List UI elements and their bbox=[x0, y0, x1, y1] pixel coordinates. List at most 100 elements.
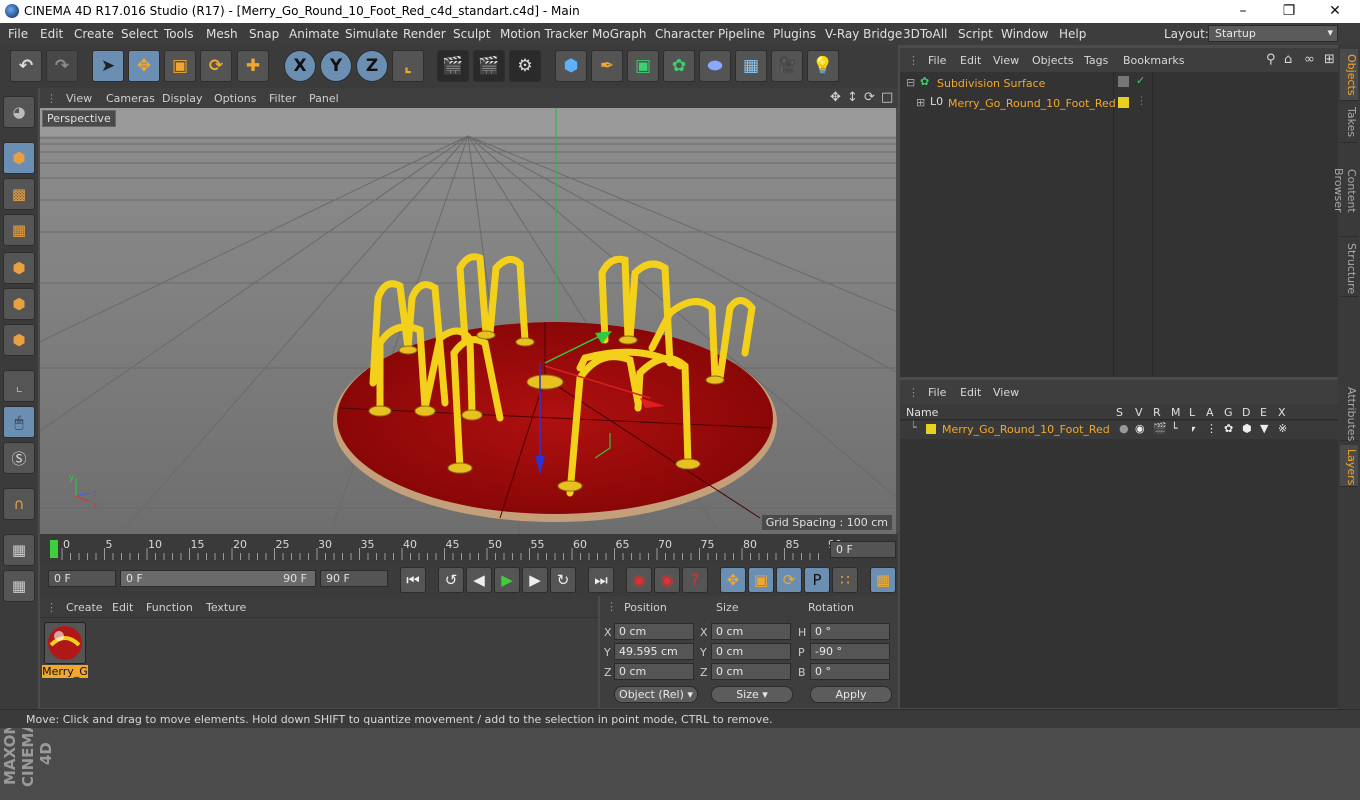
viewport-maximize-icon[interactable]: □ bbox=[881, 90, 893, 105]
move-icon[interactable]: ✥ bbox=[128, 50, 160, 82]
obj-menu-view[interactable]: View bbox=[993, 54, 1019, 67]
texture-mode-icon[interactable]: ▩ bbox=[3, 178, 35, 210]
layer-col-solo[interactable]: S bbox=[1116, 406, 1123, 419]
workplane-icon[interactable]: ▦ bbox=[3, 214, 35, 246]
pen-icon[interactable]: ✒ bbox=[591, 50, 623, 82]
menu-motion-tracker[interactable]: Motion Tracker bbox=[500, 27, 588, 41]
timeline-window-icon[interactable]: ▦ bbox=[870, 567, 896, 593]
pos-y-field[interactable]: 49.595 cm bbox=[614, 643, 694, 660]
make-editable-icon[interactable]: ◕ bbox=[3, 96, 35, 128]
world-coords-icon[interactable]: ⌞ bbox=[392, 50, 424, 82]
key-parameter-icon[interactable]: P bbox=[804, 567, 830, 593]
key-position-icon[interactable]: ✥ bbox=[720, 567, 746, 593]
scale-icon[interactable]: ▣ bbox=[164, 50, 196, 82]
viewport-rotate-icon[interactable]: ⟳ bbox=[864, 90, 875, 105]
points-mode-icon[interactable]: ⬢ bbox=[3, 252, 35, 284]
apply-button[interactable]: Apply bbox=[810, 686, 892, 703]
layer-menu-view[interactable]: View bbox=[993, 386, 1019, 399]
tab-content-browser[interactable]: Content Browser bbox=[1332, 145, 1358, 237]
xref-icon[interactable]: ※ bbox=[1278, 422, 1287, 435]
material-menu-texture[interactable]: Texture bbox=[206, 601, 246, 614]
timeline-playhead[interactable] bbox=[50, 540, 58, 558]
size-z-field[interactable]: 0 cm bbox=[711, 663, 791, 680]
undo-icon[interactable]: ↶ bbox=[10, 50, 42, 82]
menu-snap[interactable]: Snap bbox=[249, 27, 279, 41]
lock-icon[interactable]: ⎖ bbox=[1189, 422, 1198, 436]
home-icon[interactable]: ⌂ bbox=[1284, 52, 1292, 67]
deformer-icon[interactable]: ⬬ bbox=[699, 50, 731, 82]
size-x-field[interactable]: 0 cm bbox=[711, 623, 791, 640]
material-thumbnail[interactable] bbox=[44, 622, 86, 664]
menu-tools[interactable]: Tools bbox=[164, 27, 194, 41]
layer-row[interactable]: ┕ Merry_Go_Round_10_Foot_Red ● ◉ 🎬 └ ⎖ ⋮… bbox=[900, 421, 1338, 439]
menu-render[interactable]: Render bbox=[403, 27, 446, 41]
z-axis-icon[interactable]: Z bbox=[356, 50, 388, 82]
go-to-end-icon[interactable]: ⏭ bbox=[588, 567, 614, 593]
close-button[interactable]: ✕ bbox=[1312, 0, 1358, 23]
solo-icon[interactable]: Ⓢ bbox=[3, 442, 35, 474]
autokey-icon[interactable]: ◉ bbox=[654, 567, 680, 593]
tab-layers[interactable]: Layers bbox=[1340, 445, 1358, 487]
layer-col-deformers[interactable]: D bbox=[1242, 406, 1250, 419]
move-alt-icon[interactable]: ✚ bbox=[237, 50, 269, 82]
animation-icon[interactable]: ⋮ bbox=[1206, 422, 1217, 435]
frame-range-slider[interactable]: 0 F 90 F bbox=[120, 570, 316, 587]
material-menu-create[interactable]: Create bbox=[66, 601, 103, 614]
object-row-subdivision[interactable]: ⊟ ✿ Subdivision Surface ✓ bbox=[904, 74, 1334, 92]
pos-x-field[interactable]: 0 cm bbox=[614, 623, 694, 640]
manager-icon[interactable]: └ bbox=[1171, 422, 1178, 435]
object-name-subdivision[interactable]: Subdivision Surface bbox=[937, 77, 1045, 90]
menu-simulate[interactable]: Simulate bbox=[345, 27, 398, 41]
generator-icon[interactable]: ✿ bbox=[1224, 422, 1233, 435]
layer-color-swatch[interactable] bbox=[926, 424, 936, 434]
material-name-label[interactable]: Merry_G bbox=[42, 665, 88, 678]
layout-dropdown[interactable]: Startup ▾ bbox=[1208, 25, 1338, 42]
key-pla-icon[interactable]: ∷ bbox=[832, 567, 858, 593]
menu-edit[interactable]: Edit bbox=[40, 27, 63, 41]
rotate-icon[interactable]: ⟳ bbox=[200, 50, 232, 82]
layer-col-render[interactable]: R bbox=[1153, 406, 1161, 419]
layer-col-xref[interactable]: X bbox=[1278, 406, 1286, 419]
menu-pipeline[interactable]: Pipeline bbox=[718, 27, 765, 41]
y-axis-icon[interactable]: Y bbox=[320, 50, 352, 82]
edges-mode-icon[interactable]: ⬢ bbox=[3, 288, 35, 320]
size-mode-dropdown[interactable]: Size ▾ bbox=[711, 686, 793, 703]
end-frame-field[interactable]: 90 F bbox=[320, 570, 388, 587]
menu-animate[interactable]: Animate bbox=[289, 27, 339, 41]
expression-icon[interactable]: ▼ bbox=[1260, 422, 1268, 435]
key-scale-icon[interactable]: ▣ bbox=[748, 567, 774, 593]
render-view-icon[interactable]: 🎬 bbox=[437, 50, 469, 82]
eye-icon[interactable]: ◉ bbox=[1135, 422, 1145, 435]
rot-p-field[interactable]: -90 ° bbox=[810, 643, 890, 660]
obj-menu-edit[interactable]: Edit bbox=[960, 54, 981, 67]
object-name-merry-go-round[interactable]: Merry_Go_Round_10_Foot_Red bbox=[948, 97, 1116, 110]
redo-icon[interactable]: ↷ bbox=[46, 50, 78, 82]
previous-key-icon[interactable]: ↺ bbox=[438, 567, 464, 593]
menu-plugins[interactable]: Plugins bbox=[773, 27, 816, 41]
play-icon[interactable]: ▶ bbox=[494, 567, 520, 593]
minimize-button[interactable]: – bbox=[1220, 0, 1266, 23]
record-keys-icon[interactable]: ◉ bbox=[626, 567, 652, 593]
timeline-ruler[interactable]: 051015202530354045505560657075808590 0 F bbox=[40, 534, 898, 564]
x-axis-icon[interactable]: X bbox=[284, 50, 316, 82]
select-icon[interactable]: ➤ bbox=[92, 50, 124, 82]
rot-h-field[interactable]: 0 ° bbox=[810, 623, 890, 640]
object-row-merry-go-round[interactable]: ⊞ L0 Merry_Go_Round_10_Foot_Red ⋮ bbox=[904, 94, 1334, 112]
layer-col-expressions[interactable]: E bbox=[1260, 406, 1267, 419]
viewport-menu-panel[interactable]: Panel bbox=[309, 92, 339, 105]
workplane-lock-icon[interactable]: ▦ bbox=[3, 534, 35, 566]
viewport-menu-cameras[interactable]: Cameras bbox=[106, 92, 155, 105]
menu-3dtoall[interactable]: 3DToAll bbox=[903, 27, 947, 41]
tab-takes[interactable]: Takes bbox=[1340, 103, 1358, 143]
size-y-field[interactable]: 0 cm bbox=[711, 643, 791, 660]
obj-menu-tags[interactable]: Tags bbox=[1084, 54, 1108, 67]
current-frame-field[interactable]: 0 F bbox=[830, 541, 896, 558]
expand-icon[interactable]: ⊞ bbox=[916, 96, 925, 109]
menu-mograph[interactable]: MoGraph bbox=[592, 27, 647, 41]
tab-attributes[interactable]: Attributes bbox=[1340, 383, 1358, 441]
snap-magnet-icon[interactable]: ∩ bbox=[3, 488, 35, 520]
menu-mesh[interactable]: Mesh bbox=[206, 27, 238, 41]
menu-help[interactable]: Help bbox=[1059, 27, 1086, 41]
enabled-check-icon[interactable]: ✓ bbox=[1136, 74, 1145, 87]
layer-name[interactable]: Merry_Go_Round_10_Foot_Red bbox=[942, 423, 1110, 436]
